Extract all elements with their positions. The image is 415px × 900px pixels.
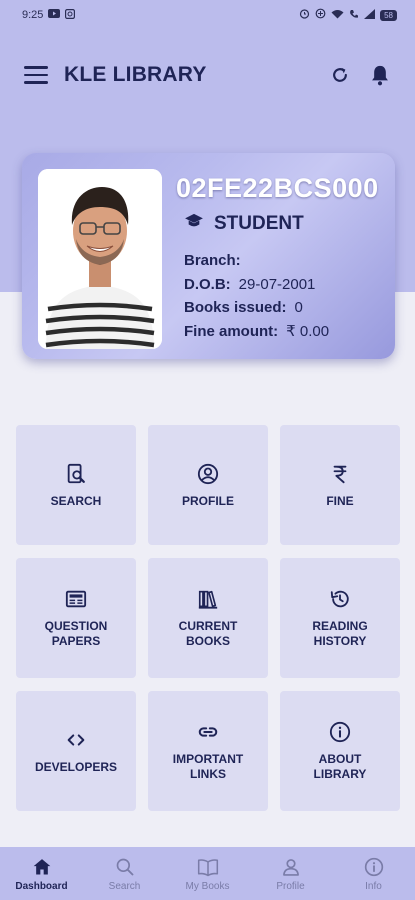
link-icon: [196, 720, 220, 744]
books-icon: [196, 587, 220, 611]
bell-icon[interactable]: [369, 64, 391, 86]
nav-my-books-label: My Books: [185, 880, 230, 892]
branch-label: Branch:: [184, 252, 241, 270]
books-issued-row: Books issued: 0: [184, 296, 329, 320]
code-icon: [64, 728, 88, 752]
nav-info[interactable]: Info: [332, 847, 415, 900]
dob-value: 29-07-2001: [238, 275, 316, 293]
tile-profile[interactable]: PROFILE: [148, 425, 268, 545]
tile-important-links[interactable]: IMPORTANT LINKS: [148, 691, 268, 811]
search-book-icon: [64, 462, 88, 486]
tile-question-papers[interactable]: QUESTION PAPERS: [16, 558, 136, 678]
rupee-icon: [328, 462, 352, 486]
youtube-icon: [48, 9, 61, 21]
nav-search-label: Search: [108, 880, 141, 892]
tile-developers-label: DEVELOPERS: [34, 759, 118, 774]
student-id-card: 02FE22BCS000 STUDENT Branch: D.O.B: 29-0…: [22, 153, 395, 359]
tile-fine-label: FINE: [326, 493, 354, 508]
nav-profile[interactable]: Profile: [249, 847, 332, 900]
role-label: STUDENT: [214, 213, 304, 234]
tile-current-books[interactable]: CURRENT BOOKS: [148, 558, 268, 678]
tile-question-papers-label: QUESTION PAPERS: [44, 619, 108, 648]
refresh-icon[interactable]: [329, 64, 351, 86]
data-saver-icon: [315, 8, 326, 22]
tile-reading-history[interactable]: READING HISTORY: [280, 558, 400, 678]
fine-amount-label: Fine amount:: [184, 322, 279, 340]
nav-dashboard[interactable]: Dashboard: [0, 847, 83, 900]
history-icon: [328, 587, 352, 611]
signal-icon: [364, 8, 376, 22]
student-id: 02FE22BCS000: [176, 173, 379, 203]
wifi-icon: [331, 9, 344, 22]
graduation-cap-icon: [184, 213, 204, 235]
status-time: 9:25: [22, 9, 44, 21]
branch-row: Branch:: [184, 249, 329, 273]
battery-icon: 58: [380, 9, 397, 21]
bottom-navigation: Dashboard Search My Books Profile Info: [0, 847, 415, 900]
student-role: STUDENT: [184, 213, 304, 235]
call-icon: [349, 9, 359, 22]
fine-amount-row: Fine amount: ₹ 0.00: [184, 320, 329, 344]
tile-search[interactable]: SEARCH: [16, 425, 136, 545]
newspaper-icon: [64, 587, 88, 611]
alarm-icon: [299, 8, 310, 22]
nav-dashboard-label: Dashboard: [15, 880, 68, 892]
nav-info-label: Info: [365, 880, 382, 892]
home-icon: [31, 856, 53, 878]
books-issued-value: 0: [294, 299, 303, 317]
tile-fine[interactable]: FINE: [280, 425, 400, 545]
person-icon: [280, 856, 302, 878]
student-photo: [38, 169, 162, 349]
user-circle-icon: [196, 462, 220, 486]
tile-current-books-label: CURRENT BOOKS: [178, 619, 238, 648]
open-book-icon: [197, 856, 219, 878]
menu-icon[interactable]: [24, 66, 48, 84]
tile-developers[interactable]: DEVELOPERS: [16, 691, 136, 811]
dob-label: D.O.B:: [184, 275, 231, 293]
student-info: Branch: D.O.B: 29-07-2001 Books issued: …: [184, 249, 329, 343]
nav-my-books[interactable]: My Books: [166, 847, 249, 900]
dob-row: D.O.B: 29-07-2001: [184, 273, 329, 297]
info-icon: [363, 856, 385, 878]
nav-profile-label: Profile: [276, 880, 305, 892]
tile-important-links-label: IMPORTANT LINKS: [172, 752, 244, 781]
app-title: KLE LIBRARY: [64, 63, 207, 86]
nav-search[interactable]: Search: [83, 847, 166, 900]
search-icon: [114, 856, 136, 878]
tile-about-library[interactable]: ABOUT LIBRARY: [280, 691, 400, 811]
status-bar: 9:25 58: [0, 0, 415, 30]
app-bar: KLE LIBRARY: [0, 55, 415, 95]
gallery-icon: [65, 8, 76, 22]
info-icon: [328, 720, 352, 744]
tile-reading-history-label: READING HISTORY: [312, 619, 368, 648]
books-issued-label: Books issued:: [184, 299, 287, 317]
tile-search-label: SEARCH: [50, 493, 102, 508]
tile-about-library-label: ABOUT LIBRARY: [313, 752, 367, 781]
fine-amount-value: ₹ 0.00: [286, 323, 330, 341]
tile-profile-label: PROFILE: [181, 493, 234, 508]
